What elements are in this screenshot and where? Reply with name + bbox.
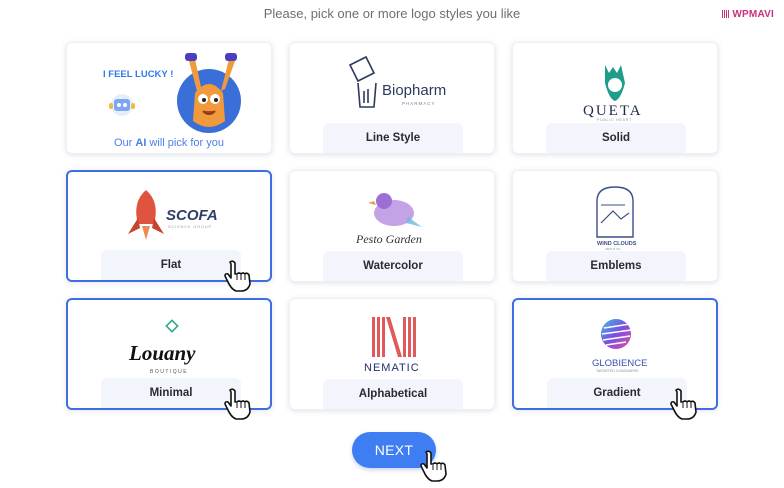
card-label-emblems: Emblems [546,251,686,281]
lucky-subtitle-suffix: will pick for you [146,137,225,149]
card-label-flat: Flat [101,250,241,280]
card-emblems[interactable]: WIND CLOUDS ABOUT US Emblems [512,170,718,282]
globience-logo: GLOBIENCE TARGETED CONSUMERS [592,319,647,373]
lucky-subtitle: Our AI will pick for you [67,137,271,149]
card-label-line-style: Line Style [323,123,463,153]
hand-pointer-icon [420,450,447,482]
pesto-garden-logo-text: Pesto Garden [355,232,422,246]
card-i-feel-lucky[interactable]: I FEEL LUCKY ! Our AI will pick for you [66,42,272,154]
scofa-logo-text: SCOFA [166,207,218,224]
card-watercolor[interactable]: Pesto Garden Watercolor [289,170,495,282]
scofa-logo-sub: SCIENCE GROUP [168,224,212,229]
louany-logo-text: Louany [128,341,196,365]
biopharm-logo: Biopharm PHARMACY [348,55,446,108]
watermark: WPMAVI [722,9,774,20]
scofa-logo: SCOFA SCIENCE GROUP [128,190,218,240]
globience-logo-text: GLOBIENCE [592,358,647,369]
hand-pointer-icon [224,388,251,420]
card-line-style[interactable]: Biopharm PHARMACY Line Style [289,42,495,154]
card-label-watercolor: Watercolor [323,251,463,281]
biopharm-logo-text: Biopharm [382,82,446,99]
louany-logo-sub: BOUTIQUE [150,369,188,375]
card-solid[interactable]: QUETA PUBLIC HEART Solid [512,42,718,154]
watermark-icon [722,10,731,18]
queta-logo-sub: PUBLIC HEART [597,118,632,122]
wind-clouds-logo: WIND CLOUDS ABOUT US [596,186,637,251]
card-alphabetical[interactable]: NEMATIC Alphabetical [289,298,495,410]
lucky-subtitle-ai: AI [135,137,147,149]
lucky-title: I FEEL LUCKY ! [103,69,174,80]
nematic-logo: NEMATIC [364,317,420,374]
pesto-garden-logo: Pesto Garden [355,193,422,246]
hand-pointer-icon [224,260,251,292]
lucky-subtitle-prefix: Our [113,137,136,149]
robot-icon [109,94,135,116]
card-label-solid: Solid [546,123,686,153]
hand-pointer-icon [670,388,697,420]
queta-logo: QUETA PUBLIC HEART [583,65,643,122]
queta-logo-text: QUETA [583,103,643,119]
nematic-logo-text: NEMATIC [364,362,420,374]
card-label-alphabetical: Alphabetical [323,379,463,409]
louany-logo: Louany BOUTIQUE [128,319,196,375]
watermark-text: WPMAVI [732,9,774,20]
page-prompt: Please, pick one or more logo styles you… [263,6,521,21]
globience-logo-sub: TARGETED CONSUMERS [596,369,639,373]
mascot-character-icon [177,53,241,133]
biopharm-logo-sub: PHARMACY [402,101,436,106]
card-label-gradient: Gradient [547,378,687,408]
card-label-minimal: Minimal [101,378,241,408]
